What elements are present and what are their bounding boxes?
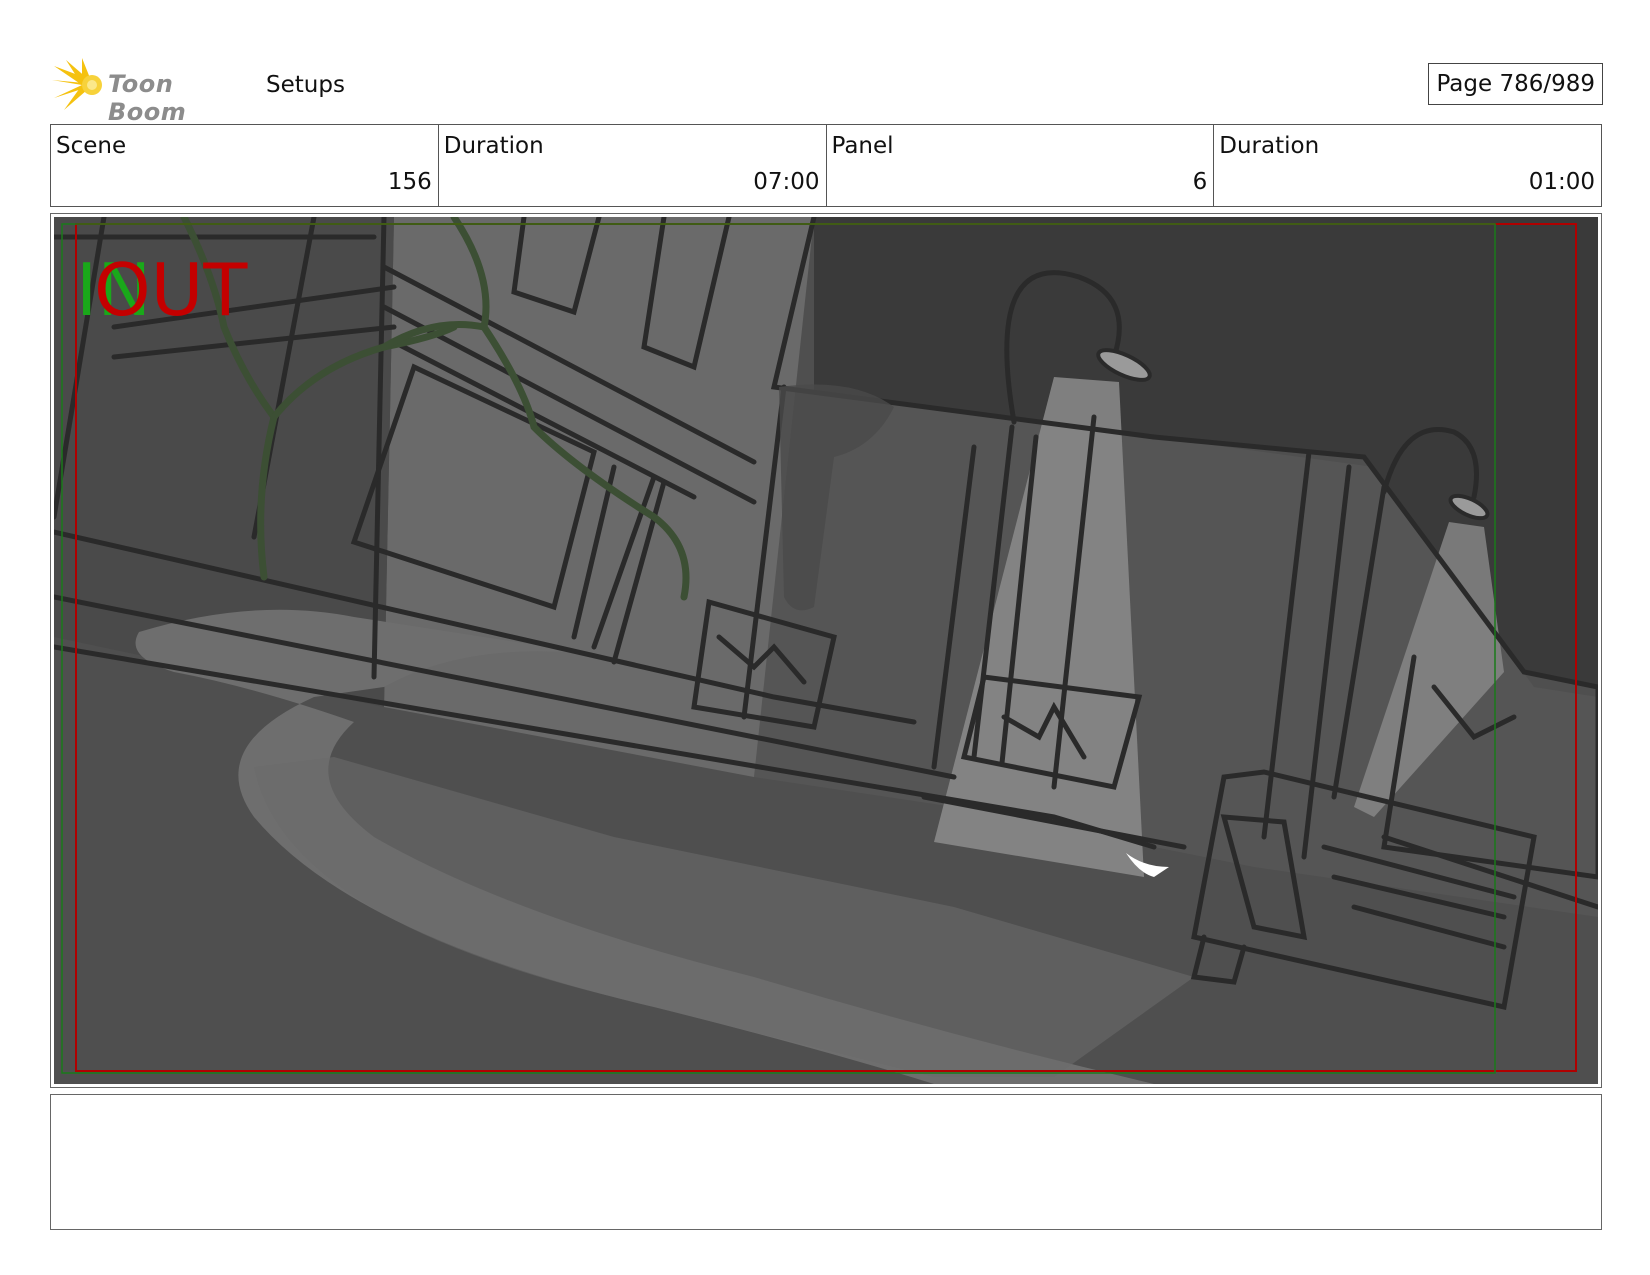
panel-info-table: Scene 156 Duration 07:00 Panel 6 Duratio… — [50, 124, 1602, 207]
scene-cell: Scene 156 — [51, 125, 439, 206]
page-number: Page 786/989 — [1428, 63, 1603, 105]
section-title: Setups — [266, 72, 345, 98]
storyboard-panel: IN OUT — [50, 213, 1602, 1088]
scene-value: 156 — [387, 169, 432, 195]
scene-duration-label: Duration — [443, 133, 544, 159]
panel-cell: Panel 6 — [827, 125, 1215, 206]
sun-burst-icon — [52, 58, 102, 110]
scene-duration-cell: Duration 07:00 — [439, 125, 827, 206]
panel-duration-value: 01:00 — [1528, 169, 1595, 195]
panel-label: Panel — [831, 133, 894, 159]
panel-duration-cell: Duration 01:00 — [1214, 125, 1601, 206]
scene-duration-value: 07:00 — [753, 169, 820, 195]
panel-drawing: IN OUT — [54, 217, 1598, 1084]
panel-value: 6 — [1192, 169, 1208, 195]
out-marker: OUT — [94, 248, 248, 332]
panel-notes — [50, 1094, 1602, 1230]
panel-duration-label: Duration — [1219, 133, 1320, 159]
toon-boom-logo: Toon Boom — [52, 58, 252, 126]
logo-text: Toon Boom — [108, 70, 187, 126]
scene-label: Scene — [56, 133, 127, 159]
